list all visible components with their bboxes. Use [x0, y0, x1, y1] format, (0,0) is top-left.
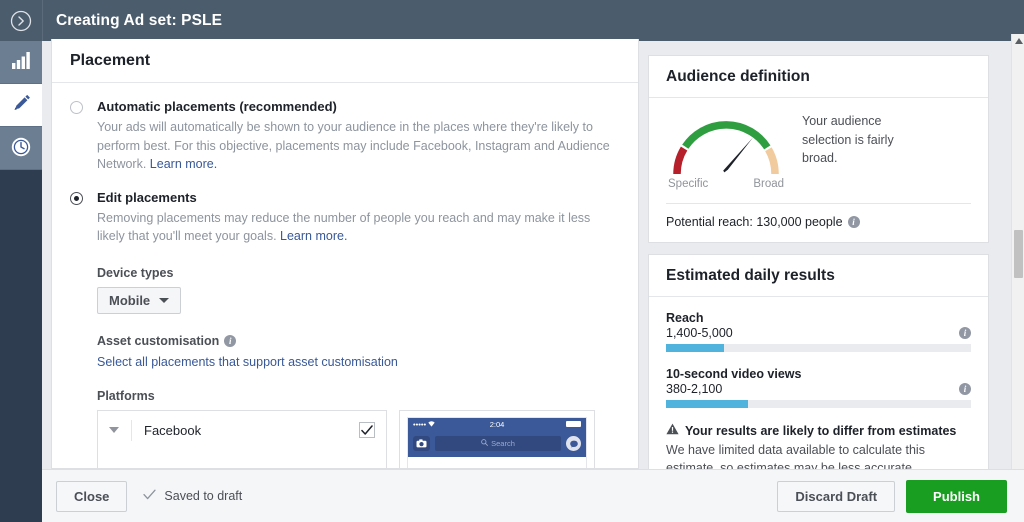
row-divider — [131, 419, 132, 441]
phone-search-field: Search — [435, 436, 561, 451]
bar-chart-icon — [11, 52, 31, 72]
camera-icon — [413, 436, 430, 451]
audience-gauge: Specific Broad — [666, 112, 786, 190]
metric-bar-track — [666, 400, 971, 408]
discard-draft-button[interactable]: Discard Draft — [777, 480, 896, 512]
placement-preview: ••••• 2:04 Search — [399, 409, 595, 468]
rail-item-edit[interactable] — [0, 84, 42, 127]
option-automatic-placements-description: Your ads will automatically be shown to … — [97, 118, 620, 174]
phone-status-bar: ••••• 2:04 — [408, 417, 586, 431]
gauge-label-broad: Broad — [753, 178, 784, 190]
battery-icon — [566, 421, 581, 427]
audience-definition-panel: Audience definition Specific Broad Your … — [648, 55, 989, 243]
caret-down-icon — [159, 297, 170, 303]
metric-video-views: 10-second video views 380-2,100 i — [666, 367, 971, 408]
select-all-asset-placements-link[interactable]: Select all placements that support asset… — [97, 355, 620, 369]
warning-triangle-icon — [666, 423, 679, 438]
edit-learn-more-link[interactable]: Learn more. — [280, 229, 347, 243]
left-rail — [0, 41, 42, 522]
workspace: Placement Automatic placements (recommen… — [42, 39, 1024, 510]
info-icon[interactable]: i — [224, 334, 237, 347]
footer-bar: Close Saved to draft Discard Draft Publi… — [42, 469, 1024, 522]
option-edit-placements[interactable]: Edit placements — [70, 190, 620, 205]
page-scrollbar-thumb[interactable] — [1014, 230, 1023, 278]
close-button[interactable]: Close — [56, 480, 128, 512]
chevron-right-circle-icon — [10, 10, 32, 32]
radio-edit-placements[interactable] — [70, 191, 83, 205]
saved-status-text: Saved to draft — [164, 489, 243, 503]
device-types-label: Device types — [97, 265, 174, 280]
option-edit-placements-label: Edit placements — [97, 189, 197, 205]
metric-bar-fill — [666, 400, 749, 408]
platform-name: Facebook — [144, 422, 202, 438]
top-bar: Creating Ad set: PSLE — [0, 0, 1024, 41]
option-automatic-placements-label: Automatic placements (recommended) — [97, 99, 337, 114]
rail-item-reporting[interactable] — [0, 41, 42, 84]
placement-card: Placement Automatic placements (recommen… — [51, 39, 639, 469]
estimated-daily-results-header: Estimated daily results — [649, 255, 988, 297]
metric-reach: Reach 1,400-5,000 i — [666, 311, 971, 352]
platforms-list: Facebook — [97, 409, 387, 468]
publish-button[interactable]: Publish — [906, 479, 1007, 513]
clock-icon — [11, 137, 31, 160]
metric-bar-fill — [666, 344, 724, 352]
option-edit-placements-description: Removing placements may reduce the numbe… — [97, 209, 620, 246]
metric-name: Reach — [666, 311, 704, 325]
option-automatic-placements[interactable]: Automatic placements (recommended) — [70, 99, 620, 114]
info-icon[interactable]: i — [959, 383, 971, 395]
gauge-label-specific: Specific — [668, 178, 709, 190]
metric-value: 1,400-5,000 — [666, 326, 733, 340]
device-types-dropdown[interactable]: Mobile — [97, 286, 182, 314]
page-title: Creating Ad set: PSLE — [56, 11, 223, 29]
search-icon — [481, 439, 489, 448]
estimated-daily-results-panel: Estimated daily results Reach 1,400-5,00… — [648, 254, 989, 491]
potential-reach-text: Potential reach: 130,000 people — [666, 215, 843, 229]
metric-bar-track — [666, 344, 971, 352]
rail-item-activity-history[interactable] — [0, 127, 42, 170]
asset-customisation-label: Asset customisation i — [97, 334, 620, 348]
platform-row-facebook[interactable]: Facebook — [98, 411, 386, 450]
phone-screen: ••••• 2:04 Search — [407, 416, 587, 468]
automatic-learn-more-link[interactable]: Learn more. — [150, 157, 217, 171]
messenger-icon — [566, 436, 581, 451]
saved-status: Saved to draft — [143, 489, 242, 503]
gauge-dial-icon — [673, 121, 779, 175]
page-scrollbar[interactable] — [1011, 34, 1024, 522]
metric-value: 380-2,100 — [666, 382, 723, 396]
info-icon[interactable]: i — [847, 216, 860, 228]
metric-name: 10-second video views — [666, 367, 802, 381]
placement-title: Placement — [70, 51, 151, 69]
phone-mockup: ••••• 2:04 Search — [399, 409, 595, 468]
audience-definition-title: Audience definition — [666, 67, 810, 85]
warning-title-text: Your results are likely to differ from e… — [685, 423, 957, 438]
audience-definition-header: Audience definition — [649, 56, 988, 98]
potential-reach-row: Potential reach: 130,000 people i — [666, 204, 971, 229]
info-icon[interactable]: i — [959, 327, 971, 339]
placement-card-header: Placement — [52, 39, 638, 83]
platform-checkbox-facebook[interactable] — [359, 422, 375, 438]
page-scroll-up-button[interactable] — [1012, 34, 1024, 48]
triangle-down-icon[interactable] — [109, 427, 119, 433]
check-icon — [361, 424, 373, 436]
radio-automatic-placements[interactable] — [70, 101, 83, 114]
estimated-daily-results-title: Estimated daily results — [666, 266, 835, 284]
right-column: Audience definition Specific Broad Your … — [648, 55, 989, 491]
audience-message: Your audience selection is fairly broad. — [802, 114, 894, 165]
device-types-value: Mobile — [109, 292, 151, 308]
collapse-nav-button[interactable] — [0, 0, 42, 41]
estimates-warning-title: Your results are likely to differ from e… — [666, 423, 971, 438]
platforms-label: Platforms — [97, 388, 155, 403]
phone-clock: 2:04 — [489, 419, 505, 429]
asset-customisation-text: Asset customisation — [97, 333, 220, 348]
pencil-icon — [12, 94, 31, 116]
phone-search-placeholder: Search — [491, 439, 515, 448]
check-icon — [143, 489, 157, 503]
phone-nav-bar: Search — [408, 430, 586, 457]
phone-feed-area — [408, 456, 586, 468]
